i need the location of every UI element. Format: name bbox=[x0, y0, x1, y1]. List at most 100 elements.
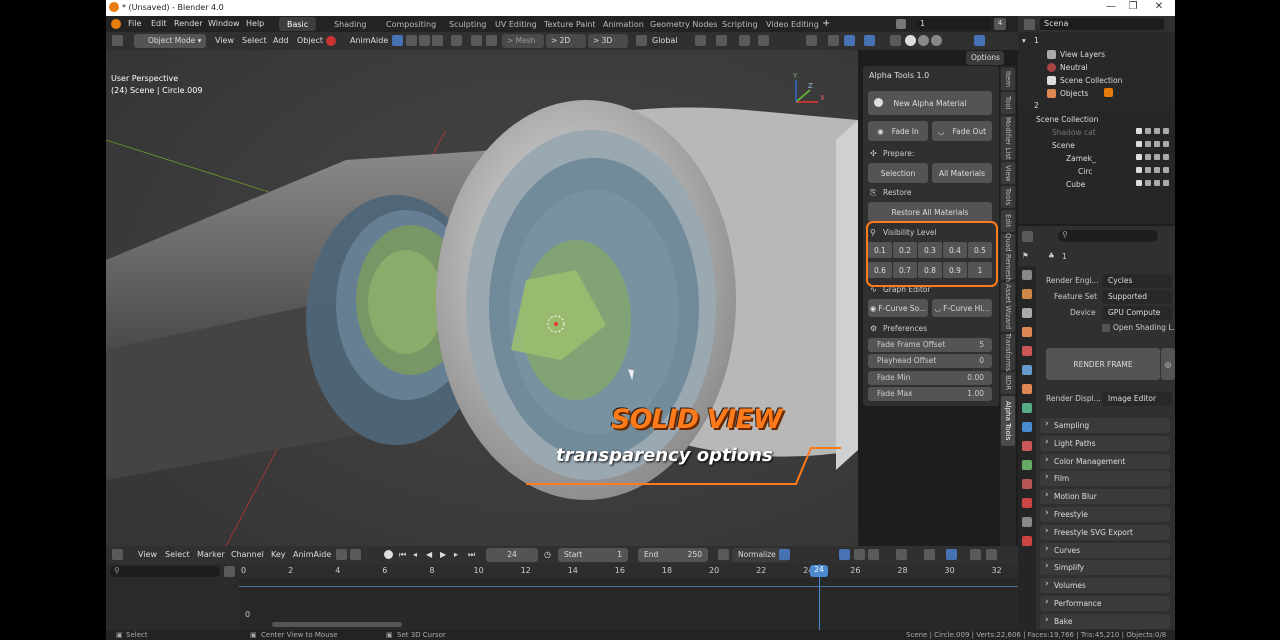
fade-in-button[interactable]: ◉ Fade In bbox=[868, 121, 928, 141]
checkbox-toggle-icon[interactable] bbox=[1136, 167, 1142, 173]
select-subtract-icon[interactable] bbox=[419, 35, 430, 46]
camera-toggle-icon[interactable] bbox=[1163, 128, 1169, 134]
select-intersect-icon[interactable] bbox=[451, 35, 462, 46]
timeline-scrollbar[interactable] bbox=[272, 622, 402, 627]
side-tab-bdr[interactable]: BDR bbox=[1001, 372, 1015, 394]
menu-render[interactable]: Render bbox=[174, 19, 202, 28]
outliner-row-cube[interactable]: Cube bbox=[1066, 180, 1085, 189]
side-tab-tool[interactable]: Tool bbox=[1001, 92, 1015, 114]
playhead-frame[interactable]: 24 bbox=[810, 565, 828, 577]
camera-toggle-icon[interactable] bbox=[1163, 167, 1169, 173]
properties-editor-type-icon[interactable] bbox=[1022, 231, 1033, 242]
side-tab-view[interactable]: View bbox=[1001, 162, 1015, 184]
side-tab-quad-remesh[interactable]: Quad Remesh bbox=[1001, 233, 1015, 282]
menu-help[interactable]: Help bbox=[246, 19, 264, 28]
menu-window[interactable]: Window bbox=[208, 19, 240, 28]
timeline-pivot-icon[interactable] bbox=[924, 549, 935, 560]
start-frame-field[interactable]: Start 1 bbox=[558, 548, 628, 562]
side-tab-transforms[interactable]: Transforms bbox=[1001, 333, 1015, 371]
orientation-dropdown[interactable]: Global bbox=[652, 36, 678, 45]
camera-toggle-icon[interactable] bbox=[1163, 180, 1169, 186]
eye-toggle-icon[interactable] bbox=[1154, 141, 1160, 147]
options-button[interactable]: Options bbox=[966, 51, 1004, 65]
section-sampling[interactable]: Sampling bbox=[1040, 418, 1170, 433]
tab-basic[interactable]: Basic bbox=[279, 17, 317, 31]
editor-type-icon[interactable] bbox=[112, 35, 123, 46]
overlay-toggle-icon[interactable] bbox=[471, 35, 482, 46]
side-tab-tools[interactable]: Tools bbox=[1001, 186, 1015, 208]
close-button[interactable]: ✕ bbox=[1149, 1, 1169, 12]
keying-icon[interactable] bbox=[350, 549, 361, 560]
timeline-search-input[interactable]: ⚲ bbox=[110, 566, 220, 577]
timeline-animaide-menu[interactable]: AnimAide bbox=[293, 550, 331, 559]
editor-options-icon[interactable] bbox=[974, 35, 985, 46]
outliner-row-shadow-cat[interactable]: Shadow cat bbox=[1052, 128, 1096, 137]
section-light-paths[interactable]: Light Paths bbox=[1040, 435, 1170, 451]
device-dropdown[interactable]: GPU Compute bbox=[1102, 306, 1172, 320]
minimize-button[interactable]: — bbox=[1101, 1, 1121, 12]
timeline-channel-menu[interactable]: Channel bbox=[231, 550, 264, 559]
overlays-icon[interactable] bbox=[844, 35, 855, 46]
proportional-edit-icon[interactable] bbox=[758, 35, 769, 46]
to-2d-button[interactable]: > 2D bbox=[546, 34, 586, 48]
properties-tab-1-icon[interactable] bbox=[1022, 270, 1032, 280]
timeline-key-menu[interactable]: Key bbox=[271, 550, 286, 559]
eye-toggle-icon[interactable] bbox=[1154, 167, 1160, 173]
section-motion-blur[interactable]: Motion Blur bbox=[1040, 489, 1170, 505]
properties-search-input[interactable]: ⚲ bbox=[1058, 230, 1158, 242]
new-alpha-material-button[interactable]: New Alpha Material bbox=[868, 91, 992, 115]
3d-viewport[interactable]: User Perspective (24) Scene | Circle.009… bbox=[106, 50, 858, 546]
snap-toggle-icon[interactable] bbox=[486, 35, 497, 46]
frame-ruler[interactable]: 0 2 4 6 8 10 12 14 16 18 20 22 24 26 28 30 32 bbox=[239, 564, 1018, 578]
camera-toggle-icon[interactable] bbox=[1163, 154, 1169, 160]
render-display-dropdown[interactable]: Image Editor bbox=[1102, 392, 1172, 406]
tab-texture-paint[interactable]: Texture Paint bbox=[536, 17, 604, 31]
timeline-snap-icon[interactable] bbox=[854, 549, 865, 560]
objects-filter-icon[interactable] bbox=[1104, 88, 1113, 97]
fcurve-so-button[interactable]: ◉ F-Curve So... bbox=[868, 299, 928, 317]
camera-toggle-icon[interactable] bbox=[1163, 141, 1169, 147]
record-button[interactable] bbox=[384, 550, 393, 559]
render-settings-icon[interactable]: ◎ bbox=[1161, 348, 1175, 380]
rendered-shading-icon[interactable] bbox=[931, 35, 942, 46]
preview-range-icon[interactable]: ◷ bbox=[544, 550, 551, 559]
scene-browse-icon[interactable] bbox=[1024, 19, 1035, 30]
fade-out-button[interactable]: ◡ Fade Out bbox=[932, 121, 992, 141]
section-freestyle-svg-export[interactable]: Freestyle SVG Export bbox=[1040, 524, 1170, 540]
properties-tab-8-icon[interactable] bbox=[1022, 403, 1032, 413]
section-simplify[interactable]: Simplify bbox=[1040, 560, 1170, 576]
timeline-filter-icon[interactable] bbox=[896, 549, 907, 560]
outliner-row-scene[interactable]: Scene bbox=[1052, 141, 1075, 150]
tab-video-editing[interactable]: Video Editing bbox=[758, 17, 827, 31]
tab-shading[interactable]: Shading bbox=[326, 17, 375, 31]
select-box-icon[interactable] bbox=[392, 35, 403, 46]
playback-icon[interactable] bbox=[336, 549, 347, 560]
outliner-row-zamek[interactable]: Zamek_ bbox=[1066, 154, 1096, 163]
select-extend-icon[interactable] bbox=[406, 35, 417, 46]
checkbox-toggle-icon[interactable] bbox=[1136, 154, 1142, 160]
snap-icon[interactable] bbox=[716, 35, 727, 46]
feature-set-dropdown[interactable]: Supported bbox=[1102, 290, 1172, 304]
solid-shading-icon[interactable] bbox=[905, 35, 916, 46]
select-toggle-icon[interactable] bbox=[1145, 180, 1151, 186]
transform-orientation-icon[interactable] bbox=[636, 35, 647, 46]
select-toggle-icon[interactable] bbox=[1145, 128, 1151, 134]
prev-key-button[interactable]: ◂ bbox=[413, 550, 417, 559]
timeline-extra-icon[interactable] bbox=[986, 549, 997, 560]
side-tab-edit[interactable]: Edit bbox=[1001, 210, 1015, 232]
timeline-select-menu[interactable]: Select bbox=[165, 550, 190, 559]
outliner-row-circ[interactable]: Circ bbox=[1078, 167, 1092, 176]
open-shading-checkbox[interactable] bbox=[1102, 324, 1110, 332]
side-tab-alpha-tools[interactable]: Alpha Tools bbox=[1001, 396, 1015, 446]
properties-tab-5-icon[interactable] bbox=[1022, 346, 1032, 356]
outliner-neutral[interactable]: Neutral bbox=[1060, 63, 1088, 72]
pivot-icon[interactable] bbox=[695, 35, 706, 46]
section-performance[interactable]: Performance bbox=[1040, 596, 1170, 611]
render-engine-dropdown[interactable]: Cycles bbox=[1102, 274, 1172, 288]
visibility-icon[interactable] bbox=[806, 35, 817, 46]
section-freestyle[interactable]: Freestyle bbox=[1040, 507, 1170, 522]
side-tab-modifier-list[interactable]: Modifier List bbox=[1001, 116, 1015, 160]
scene-field[interactable]: 1 bbox=[916, 18, 990, 30]
eye-toggle-icon[interactable] bbox=[1154, 154, 1160, 160]
add-menu[interactable]: Add bbox=[273, 36, 289, 45]
